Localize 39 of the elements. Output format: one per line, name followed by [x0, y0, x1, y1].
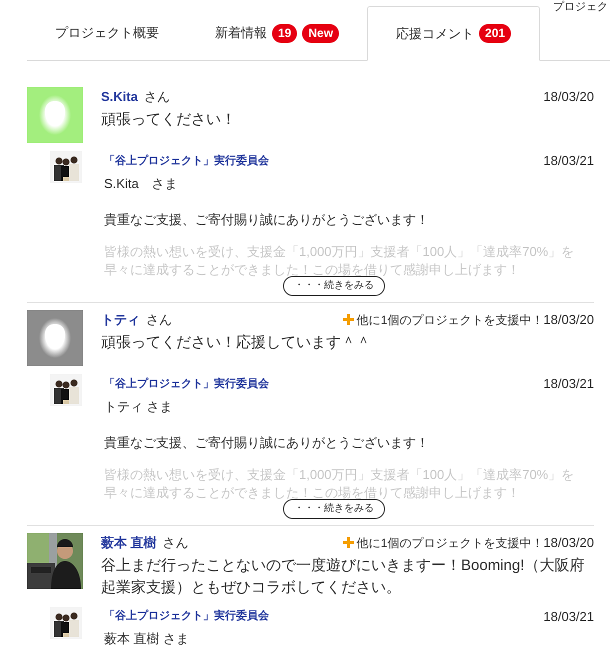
- support-note: 他に1個のプロジェクトを支援中！: [356, 534, 544, 552]
- count-badge: 19: [272, 24, 298, 42]
- comment-text: 谷上まだ行ったことないので一度遊びにいきますー！Booming!（大阪府起業家支援）ともぜひコラボしてください。: [101, 556, 586, 598]
- plus-icon: [342, 537, 354, 548]
- comment-text: 頑張ってください！: [101, 110, 237, 130]
- reply-date: 18/03/21: [543, 375, 594, 393]
- header-link[interactable]: プロジェク: [553, 0, 608, 14]
- tab[interactable]: 応援コメント 201: [367, 6, 540, 61]
- tab-label: プロジェクト概要: [55, 24, 159, 42]
- comment-text: 頑張ってください！応援しています＾＾: [101, 332, 372, 352]
- commenter-name[interactable]: トティ: [101, 310, 140, 330]
- tab-label: 新着情報: [215, 24, 267, 42]
- honorific: さん: [162, 534, 189, 552]
- tab[interactable]: プロジェクト概要: [27, 6, 187, 60]
- comment-date: 18/03/20: [543, 88, 594, 106]
- read-more-button[interactable]: ・・・続きをみる: [283, 499, 385, 519]
- organizer-name[interactable]: 「谷上プロジェクト」実行委員会: [104, 376, 269, 392]
- reply-greeting: トティ さま: [104, 398, 174, 416]
- comment-date: 18/03/20: [543, 311, 594, 329]
- reply-date: 18/03/21: [543, 152, 594, 170]
- support-note: 他に1個のプロジェクトを支援中！: [356, 312, 544, 329]
- reply-text: 貴重なご支援、ご寄付賜り誠にありがとうございます！: [104, 211, 430, 229]
- honorific: さん: [144, 88, 170, 106]
- reply-greeting: S.Kita さま: [104, 174, 179, 192]
- commenter-name[interactable]: 薮本 直樹: [101, 533, 157, 552]
- reply-date: 18/03/21: [543, 608, 594, 626]
- organizer-name[interactable]: 「谷上プロジェクト」実行委員会: [104, 608, 269, 624]
- organizer-name[interactable]: 「谷上プロジェクト」実行委員会: [104, 152, 269, 169]
- tab[interactable]: 新着情報 19 New: [187, 6, 368, 60]
- comment-date: 18/03/20: [543, 534, 594, 552]
- honorific: さん: [146, 311, 172, 329]
- tab-label: 応援コメント: [396, 24, 474, 43]
- count-badge: New: [302, 24, 340, 42]
- reply-text: 貴重なご支援、ご寄付賜り誠にありがとうございます！: [104, 434, 430, 452]
- read-more-button[interactable]: ・・・続きをみる: [283, 276, 385, 296]
- count-badge: 201: [479, 24, 512, 43]
- commenter-name[interactable]: S.Kita: [101, 87, 138, 106]
- plus-icon: [342, 314, 354, 326]
- reply-greeting: 薮本 直樹 さま: [104, 630, 190, 648]
